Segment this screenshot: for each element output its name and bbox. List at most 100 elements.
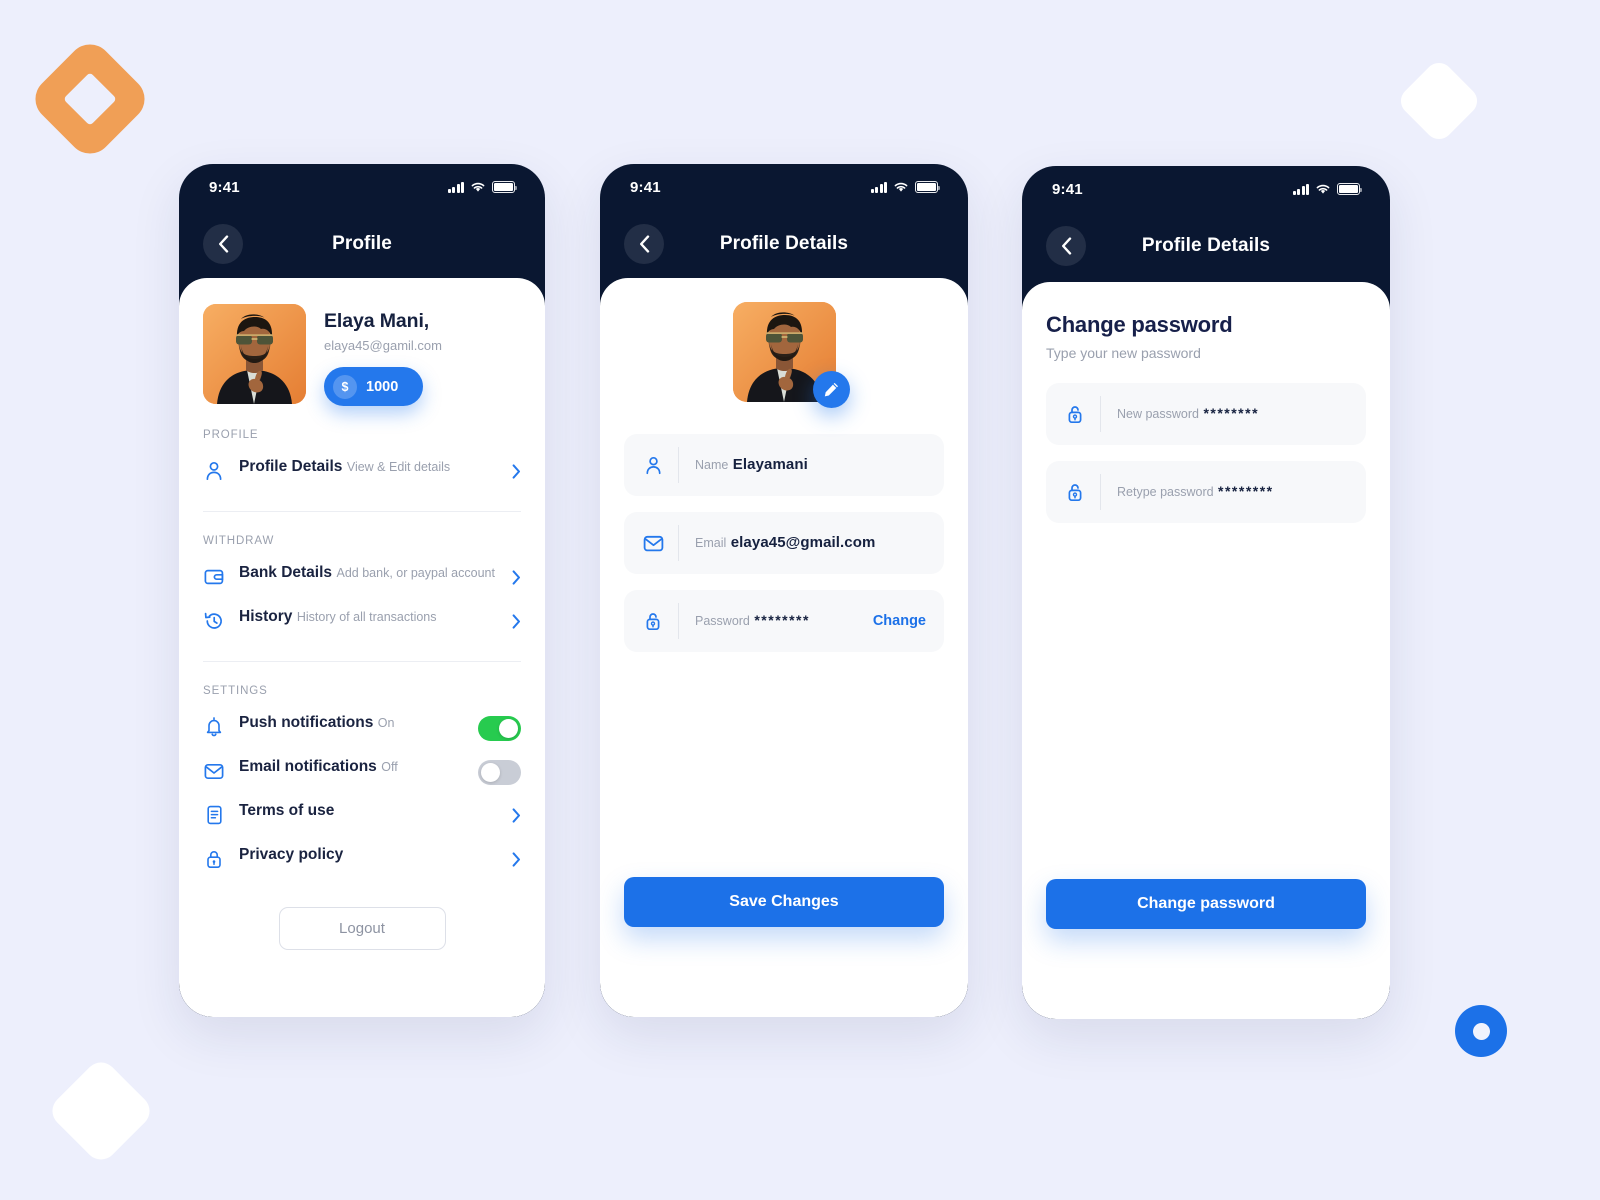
new-password-field[interactable]: New password ********	[1046, 383, 1366, 445]
sidebar-item-profile-details[interactable]: Profile Details View & Edit details	[203, 449, 521, 493]
sidebar-item-bank-details[interactable]: Bank Details Add bank, or paypal account	[203, 555, 521, 599]
wifi-icon	[1316, 184, 1330, 194]
nav-bar: Profile Details	[600, 210, 968, 278]
user-icon	[640, 456, 666, 475]
password-field[interactable]: Password ******** Change	[624, 590, 944, 652]
battery-full-icon	[492, 181, 518, 193]
field-body: Password ********	[695, 612, 873, 630]
chevron-left-icon	[639, 235, 649, 253]
back-button[interactable]	[1046, 226, 1086, 266]
toggle-knob	[481, 763, 500, 782]
row-subtitle: On	[377, 716, 395, 730]
field-value: Elayamani	[732, 456, 808, 473]
field-divider	[1100, 396, 1101, 432]
logout-button[interactable]: Logout	[278, 907, 446, 950]
row-text: Terms of use	[239, 802, 498, 821]
settings-list: PROFILE Profile Details View & Edit deta…	[179, 429, 545, 950]
row-text: Profile Details View & Edit details	[239, 458, 498, 477]
row-title: Bank Details	[239, 564, 333, 581]
balance-badge[interactable]: $ 1000	[324, 367, 423, 406]
row-title: Profile Details	[239, 458, 343, 475]
email-notifications-toggle[interactable]	[478, 760, 521, 785]
row-text: Bank Details Add bank, or paypal account	[239, 564, 498, 583]
status-icons	[447, 181, 518, 193]
chevron-right-icon	[512, 614, 521, 634]
decor-ring-bottom-right-icon	[1455, 1005, 1507, 1057]
field-label: Password	[695, 614, 750, 628]
sidebar-item-history[interactable]: History History of all transactions	[203, 599, 521, 643]
phone-screen-profile: 9:41 Profile Elaya Mani, elaya45@gamil.c…	[179, 164, 545, 1017]
logout-container: Logout	[203, 907, 521, 950]
status-bar: 9:41	[600, 164, 968, 210]
sidebar-item-privacy-policy[interactable]: Privacy policy	[203, 837, 521, 881]
row-subtitle: History of all transactions	[296, 610, 437, 624]
chevron-left-icon	[1061, 237, 1071, 255]
ring-hole	[1472, 1022, 1490, 1040]
sidebar-item-push-notifications[interactable]: Push notifications On	[203, 705, 521, 749]
field-divider	[678, 447, 679, 483]
decor-diamond-bottom-left-icon	[45, 1055, 157, 1167]
profile-form: Name Elayamani Email elaya45@gmail.com P…	[600, 402, 968, 652]
lock-icon	[1062, 482, 1088, 502]
field-divider	[678, 525, 679, 561]
nav-bar: Profile	[179, 210, 545, 278]
edit-avatar-button[interactable]	[813, 371, 850, 408]
section-label-profile: PROFILE	[203, 429, 259, 441]
divider	[203, 511, 521, 512]
history-icon	[203, 610, 225, 632]
back-button[interactable]	[624, 224, 664, 264]
mail-icon	[640, 535, 666, 552]
wallet-icon	[203, 566, 225, 588]
profile-header: Elaya Mani, elaya45@gamil.com $ 1000	[179, 278, 545, 406]
name-field[interactable]: Name Elayamani	[624, 434, 944, 496]
chevron-left-icon	[218, 235, 228, 253]
document-icon	[203, 804, 225, 826]
avatar[interactable]	[203, 304, 306, 404]
row-subtitle: View & Edit details	[346, 460, 451, 474]
app-logo	[26, 35, 154, 163]
currency-icon: $	[333, 374, 357, 399]
decor-diamond-top-right-icon	[1395, 57, 1483, 145]
cellular-signal-icon	[870, 181, 887, 193]
sidebar-item-terms-of-use[interactable]: Terms of use	[203, 793, 521, 837]
section-label-withdraw: WITHDRAW	[203, 535, 275, 547]
user-icon	[203, 460, 225, 482]
profile-email: elaya45@gamil.com	[324, 338, 442, 353]
battery-full-icon	[915, 181, 941, 193]
phone-screen-change-password: 9:41 Profile Details Change password Typ…	[1022, 166, 1390, 1019]
sidebar-item-email-notifications[interactable]: Email notifications Off	[203, 749, 521, 793]
field-body: New password ********	[1117, 405, 1348, 423]
field-label: Email	[695, 536, 727, 550]
row-title: Push notifications	[239, 714, 374, 731]
field-value: ********	[754, 612, 810, 628]
back-button[interactable]	[203, 224, 243, 264]
status-time: 9:41	[630, 178, 661, 196]
change-password-button[interactable]: Change password	[1046, 879, 1366, 929]
change-password-link[interactable]: Change	[873, 613, 926, 629]
field-value: elaya45@gmail.com	[730, 534, 876, 551]
chevron-right-icon	[512, 808, 521, 828]
field-label: Retype password	[1117, 485, 1214, 499]
lock-icon	[203, 848, 225, 870]
field-label: Name	[695, 458, 729, 472]
user-avatar-photo	[203, 304, 306, 404]
field-divider	[1100, 474, 1101, 510]
row-subtitle: Off	[381, 760, 398, 774]
row-title: History	[239, 608, 293, 625]
section-title: Change password	[1046, 312, 1233, 337]
retype-password-field[interactable]: Retype password ********	[1046, 461, 1366, 523]
email-field[interactable]: Email elaya45@gmail.com	[624, 512, 944, 574]
row-text: Push notifications On	[239, 714, 464, 733]
pencil-edit-icon	[824, 382, 838, 397]
content-sheet: Name Elayamani Email elaya45@gmail.com P…	[600, 278, 968, 1017]
row-title: Email notifications	[239, 758, 377, 775]
save-changes-button[interactable]: Save Changes	[624, 877, 944, 927]
bell-icon	[203, 716, 225, 738]
cellular-signal-icon	[447, 181, 464, 193]
cellular-signal-icon	[1292, 183, 1309, 195]
field-body: Name Elayamani	[695, 456, 926, 474]
push-notifications-toggle[interactable]	[478, 716, 521, 741]
balance-amount: 1000	[366, 378, 399, 395]
row-subtitle: Add bank, or paypal account	[336, 566, 495, 580]
change-password-header: Change password Type your new password	[1022, 282, 1390, 361]
